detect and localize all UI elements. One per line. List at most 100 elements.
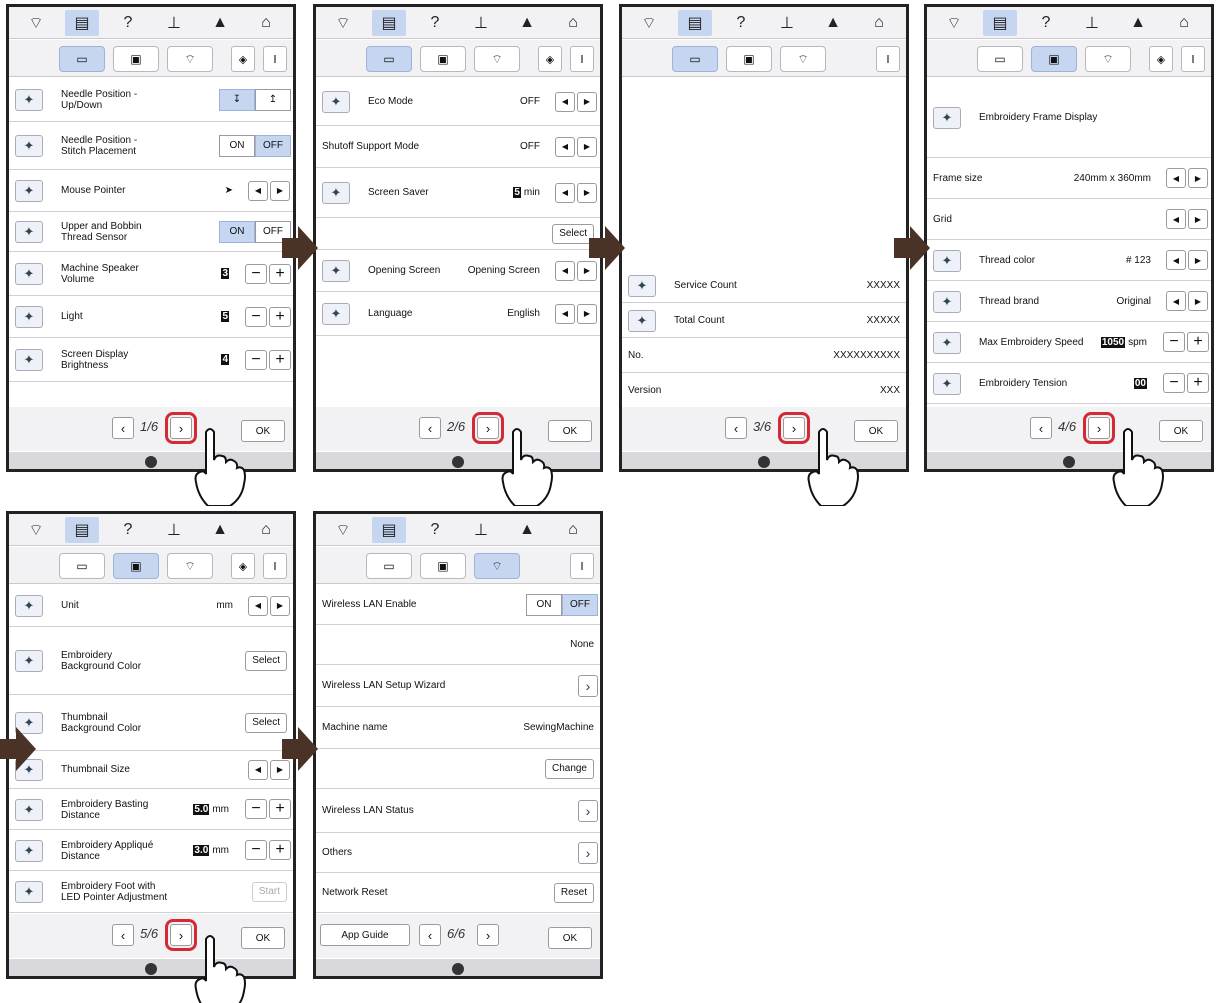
prev-arrow-button[interactable]: ◀ [1166,250,1186,270]
wifi-icon[interactable]: ⌔ [937,10,971,36]
next-arrow-button[interactable]: ▶ [577,182,597,203]
page-icon[interactable]: ▤ [65,517,99,543]
next-page-button[interactable]: › [477,924,499,946]
sewing-icon[interactable]: ⊥ [157,10,191,36]
next-arrow-button[interactable]: ▶ [1188,209,1208,229]
needle-position-toggle[interactable]: ↧ ↥ [219,88,291,111]
prev-arrow-button[interactable]: ◀ [1166,209,1186,229]
tab-machine[interactable]: ▭ [366,46,412,72]
off-button[interactable]: OFF [562,593,598,616]
prev-page-button[interactable]: ‹ [1030,417,1052,439]
minus-button[interactable]: − [245,263,267,284]
tab-machine[interactable]: ▭ [59,46,105,72]
sewing-icon[interactable]: ⊥ [770,10,804,36]
chevron-right-icon[interactable]: › [578,674,598,697]
minus-button[interactable]: − [245,840,267,860]
on-off-toggle[interactable]: ON OFF [219,220,291,243]
prev-arrow-button[interactable]: ◀ [555,136,575,157]
plus-button[interactable]: + [1187,373,1209,393]
on-off-toggle[interactable]: ON OFF [219,134,291,157]
prev-arrow-button[interactable]: ◀ [555,182,575,203]
next-arrow-button[interactable]: ▶ [270,595,290,616]
tab-wireless[interactable]: ⌔ [167,553,213,579]
prev-page-button[interactable]: ‹ [112,924,134,946]
select-button[interactable]: Select [245,650,287,671]
plus-button[interactable]: + [1187,332,1209,352]
tab-wireless[interactable]: ⌔ [474,46,520,72]
settings-icon[interactable]: Ⅰ [570,46,594,72]
ok-button[interactable]: OK [548,927,592,949]
settings-icon[interactable]: Ⅰ [876,46,900,72]
prev-page-button[interactable]: ‹ [725,417,747,439]
off-button[interactable]: OFF [255,134,291,157]
help-icon[interactable]: ? [111,10,145,36]
plus-button[interactable]: + [269,799,291,819]
diamond-icon[interactable]: ◈ [231,46,255,72]
on-button[interactable]: ON [219,220,255,243]
page-icon[interactable]: ▤ [372,517,406,543]
tab-machine[interactable]: ▭ [59,553,105,579]
tab-embroidery[interactable]: ▣ [420,553,466,579]
page-icon[interactable]: ▤ [983,10,1017,36]
segment-button[interactable]: ↥ [255,88,291,111]
next-arrow-button[interactable]: ▶ [1188,168,1208,188]
next-arrow-button[interactable]: ▶ [270,180,290,201]
select-button[interactable]: Select [245,712,287,733]
plus-button[interactable]: + [269,840,291,860]
on-button[interactable]: ON [219,134,255,157]
sewing-icon[interactable]: ⊥ [464,517,498,543]
diamond-icon[interactable]: ◈ [231,553,255,579]
home-icon[interactable]: ⌂ [556,10,590,36]
prev-page-button[interactable]: ‹ [419,417,441,439]
wifi-icon[interactable]: ⌔ [326,10,360,36]
diamond-icon[interactable]: ◈ [1149,46,1173,72]
page-icon[interactable]: ▤ [372,10,406,36]
lock-icon[interactable]: ▲ [1121,10,1155,36]
reset-button[interactable]: Reset [553,882,594,903]
settings-icon[interactable]: Ⅰ [1181,46,1205,72]
tab-machine[interactable]: ▭ [672,46,718,72]
lock-icon[interactable]: ▲ [510,10,544,36]
sewing-icon[interactable]: ⊥ [1075,10,1109,36]
next-arrow-button[interactable]: ▶ [577,303,597,324]
prev-arrow-button[interactable]: ◀ [555,260,575,281]
settings-icon[interactable]: Ⅰ [570,553,594,579]
lock-icon[interactable]: ▲ [203,517,237,543]
on-off-toggle[interactable]: ON OFF [526,593,598,616]
on-button[interactable]: ON [526,593,562,616]
tab-embroidery[interactable]: ▣ [1031,46,1077,72]
sewing-icon[interactable]: ⊥ [464,10,498,36]
prev-arrow-button[interactable]: ◀ [248,595,268,616]
next-arrow-button[interactable]: ▶ [577,136,597,157]
home-icon[interactable]: ⌂ [556,517,590,543]
page-icon[interactable]: ▤ [65,10,99,36]
tab-embroidery[interactable]: ▣ [113,46,159,72]
prev-page-button[interactable]: ‹ [112,417,134,439]
prev-arrow-button[interactable]: ◀ [555,303,575,324]
minus-button[interactable]: − [245,306,267,327]
prev-page-button[interactable]: ‹ [419,924,441,946]
next-arrow-button[interactable]: ▶ [1188,250,1208,270]
help-icon[interactable]: ? [418,517,452,543]
minus-button[interactable]: − [1163,332,1185,352]
tab-embroidery[interactable]: ▣ [113,553,159,579]
prev-arrow-button[interactable]: ◀ [555,91,575,112]
chevron-right-icon[interactable]: › [578,799,598,822]
wifi-icon[interactable]: ⌔ [632,10,666,36]
page-icon[interactable]: ▤ [678,10,712,36]
prev-arrow-button[interactable]: ◀ [1166,291,1186,311]
prev-arrow-button[interactable]: ◀ [248,759,268,780]
home-icon[interactable]: ⌂ [249,517,283,543]
plus-button[interactable]: + [269,349,291,370]
next-arrow-button[interactable]: ▶ [577,91,597,112]
minus-button[interactable]: − [245,799,267,819]
minus-button[interactable]: − [1163,373,1185,393]
select-button[interactable]: Select [552,223,594,244]
next-arrow-button[interactable]: ▶ [1188,291,1208,311]
tab-embroidery[interactable]: ▣ [726,46,772,72]
lock-icon[interactable]: ▲ [816,10,850,36]
prev-arrow-button[interactable]: ◀ [1166,168,1186,188]
prev-arrow-button[interactable]: ◀ [248,180,268,201]
tab-machine[interactable]: ▭ [366,553,412,579]
tab-wireless[interactable]: ⌔ [1085,46,1131,72]
